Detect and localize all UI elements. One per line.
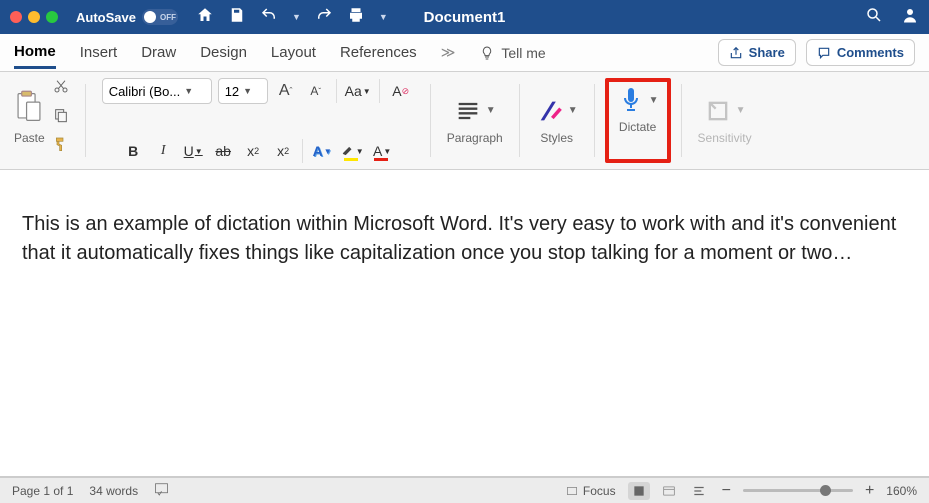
font-color-button[interactable]: A▼ (369, 139, 395, 163)
spell-check-icon[interactable] (154, 482, 172, 499)
highlight-button[interactable]: ▼ (339, 139, 365, 163)
tell-me-search[interactable]: Tell me (479, 45, 545, 61)
chevron-down-icon: ▼ (736, 105, 746, 116)
autosave-label: AutoSave (76, 10, 136, 25)
microphone-icon (617, 86, 645, 114)
paragraph-lines-icon (454, 97, 482, 125)
font-group: Calibri (Bo...▼ 12▼ Aˆ Aˇ Aa▼ A⊘ B I U▼ … (96, 78, 420, 163)
share-icon (729, 46, 743, 60)
paragraph-label: Paragraph (447, 131, 503, 145)
paste-button[interactable]: Paste (14, 90, 45, 145)
ribbon: Paste Calibri (Bo...▼ 12▼ Aˆ Aˇ Aa▼ A⊘ (0, 72, 929, 170)
zoom-in-button[interactable]: + (861, 482, 878, 500)
close-window-button[interactable] (10, 11, 22, 23)
dictate-highlight-box: ▼ Dictate (605, 78, 671, 163)
styles-group[interactable]: ▼ Styles (530, 78, 584, 163)
tab-draw[interactable]: Draw (141, 38, 176, 67)
cut-icon[interactable] (53, 78, 69, 99)
font-size-dropdown[interactable]: 12▼ (218, 78, 268, 104)
outline-view-button[interactable] (688, 482, 710, 500)
print-layout-view-button[interactable] (628, 482, 650, 500)
share-button[interactable]: Share (718, 39, 796, 66)
superscript-button[interactable]: x2 (270, 139, 296, 163)
tab-layout[interactable]: Layout (271, 38, 316, 67)
undo-dropdown-icon[interactable]: ▼ (292, 12, 301, 22)
ribbon-tabs: Home Insert Draw Design Layout Reference… (0, 34, 929, 72)
tab-design[interactable]: Design (200, 38, 247, 67)
toggle-switch-off[interactable]: OFF (142, 9, 178, 25)
styles-label: Styles (540, 131, 573, 145)
highlighter-icon (341, 144, 355, 158)
font-name-dropdown[interactable]: Calibri (Bo...▼ (102, 78, 212, 104)
strikethrough-button[interactable]: ab (210, 139, 236, 163)
sensitivity-tag-icon (704, 97, 732, 125)
bulb-icon (479, 45, 495, 61)
search-icon[interactable] (865, 6, 883, 29)
quick-access-toolbar: ▼ ▼ (196, 6, 388, 29)
format-painter-icon[interactable] (53, 136, 69, 157)
status-bar: Page 1 of 1 34 words Focus − + 160% (0, 477, 929, 503)
bold-button[interactable]: B (120, 139, 146, 163)
title-bar: AutoSave OFF ▼ ▼ Document1 (0, 0, 929, 34)
zoom-level[interactable]: 160% (886, 484, 917, 498)
tabs-overflow-icon[interactable]: ≫ (441, 44, 456, 61)
print-icon[interactable] (347, 6, 365, 29)
document-body-text[interactable]: This is an example of dictation within M… (22, 210, 907, 268)
undo-icon[interactable] (260, 6, 278, 29)
page-indicator[interactable]: Page 1 of 1 (12, 484, 73, 498)
clipboard-group: Paste (8, 78, 75, 163)
focus-mode-button[interactable]: Focus (561, 482, 620, 500)
window-controls (10, 11, 58, 23)
styles-icon (536, 97, 564, 125)
save-icon[interactable] (228, 6, 246, 29)
clipboard-icon (14, 90, 44, 129)
copy-icon[interactable] (53, 107, 69, 128)
chevron-down-icon: ▼ (568, 105, 578, 116)
change-case-button[interactable]: Aa▼ (345, 79, 371, 103)
chevron-down-icon: ▼ (184, 86, 193, 96)
decrease-font-size-button[interactable]: Aˇ (304, 79, 328, 103)
underline-button[interactable]: U▼ (180, 139, 206, 163)
dictate-label: Dictate (619, 120, 656, 134)
chevron-down-icon: ▼ (486, 105, 496, 116)
document-canvas[interactable]: This is an example of dictation within M… (0, 170, 929, 477)
increase-font-size-button[interactable]: Aˆ (274, 79, 298, 103)
sensitivity-button: ▼ Sensitivity (692, 78, 758, 163)
chevron-down-icon: ▼ (243, 86, 252, 96)
zoom-slider[interactable] (743, 489, 853, 492)
home-icon[interactable] (196, 6, 214, 29)
chevron-down-icon: ▼ (649, 95, 659, 106)
account-icon[interactable] (901, 6, 919, 29)
tab-insert[interactable]: Insert (80, 38, 118, 67)
redo-icon[interactable] (315, 6, 333, 29)
paragraph-group[interactable]: ▼ Paragraph (441, 78, 509, 163)
word-count[interactable]: 34 words (89, 484, 138, 498)
italic-button[interactable]: I (150, 139, 176, 163)
zoom-out-button[interactable]: − (718, 482, 735, 500)
clear-formatting-button[interactable]: A⊘ (388, 79, 414, 103)
tab-references[interactable]: References (340, 38, 417, 67)
paste-label: Paste (14, 131, 45, 145)
tell-me-label: Tell me (501, 45, 545, 61)
subscript-button[interactable]: x2 (240, 139, 266, 163)
dictate-button[interactable]: ▼ Dictate (611, 86, 665, 134)
tab-home[interactable]: Home (14, 37, 56, 69)
text-effects-button[interactable]: A▼ (309, 139, 335, 163)
maximize-window-button[interactable] (46, 11, 58, 23)
minimize-window-button[interactable] (28, 11, 40, 23)
document-title: Document1 (424, 9, 506, 26)
comments-button[interactable]: Comments (806, 39, 915, 66)
sensitivity-label: Sensitivity (698, 131, 752, 145)
web-layout-view-button[interactable] (658, 482, 680, 500)
qat-customize-icon[interactable]: ▼ (379, 12, 388, 22)
autosave-toggle[interactable]: AutoSave OFF (76, 9, 178, 25)
comment-icon (817, 46, 831, 60)
